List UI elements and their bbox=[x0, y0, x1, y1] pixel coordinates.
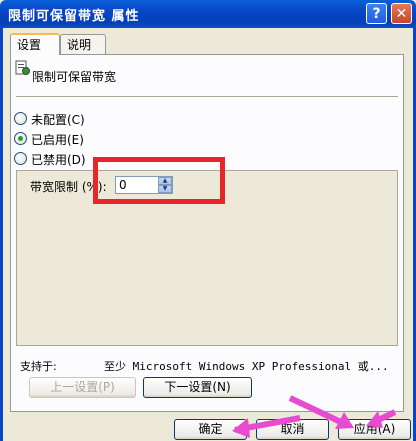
radio-enabled-label[interactable]: 已启用(E) bbox=[31, 131, 84, 148]
supported-on-text: 至少 Microsoft Windows XP Professional 或..… bbox=[104, 360, 389, 373]
radio-not-configured[interactable] bbox=[14, 112, 27, 125]
help-button[interactable]: ? bbox=[366, 3, 387, 24]
close-button[interactable]: ✕ bbox=[391, 3, 412, 24]
policy-name: 限制可保留带宽 bbox=[32, 70, 117, 84]
title-bar[interactable]: 限制可保留带宽 属性 ? ✕ bbox=[0, 0, 416, 28]
cancel-button[interactable]: 取消 bbox=[256, 419, 329, 440]
previous-setting-button[interactable]: 上一设置(P) bbox=[29, 377, 136, 398]
separator bbox=[16, 96, 398, 98]
highlight-box bbox=[93, 157, 225, 204]
next-setting-button[interactable]: 下一设置(N) bbox=[143, 377, 252, 398]
radio-not-configured-label[interactable]: 未配置(C) bbox=[31, 111, 85, 128]
ok-button[interactable]: 确定 bbox=[174, 419, 247, 440]
apply-button[interactable]: 应用(A) bbox=[338, 419, 411, 440]
tab-explain[interactable]: 说明 bbox=[60, 34, 106, 54]
radio-disabled[interactable] bbox=[14, 152, 27, 165]
tab-settings[interactable]: 设置 bbox=[10, 33, 60, 55]
radio-disabled-label[interactable]: 已禁用(D) bbox=[31, 151, 86, 168]
supported-on-label: 支持于: bbox=[20, 360, 57, 373]
policy-setting-icon bbox=[15, 60, 30, 75]
window-title: 限制可保留带宽 属性 bbox=[8, 9, 140, 24]
radio-enabled[interactable] bbox=[14, 132, 27, 145]
